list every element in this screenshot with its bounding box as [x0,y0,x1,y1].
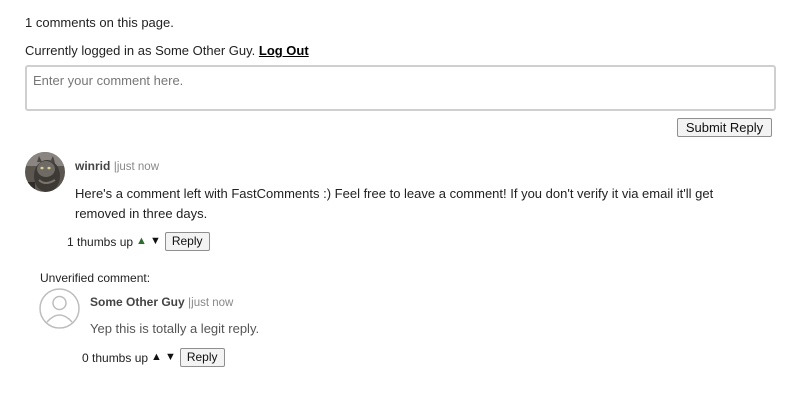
comment-vote-row: 0 thumbs up ▲ ▼ Reply [82,348,225,367]
user-avatar[interactable] [25,152,65,192]
comment-timestamp: just now [116,161,159,173]
user-avatar[interactable] [39,288,80,329]
triangle-down-icon[interactable]: ▼ [165,352,176,363]
comment-body: Yep this is totally a legit reply. [90,321,260,336]
comment-timestamp: just now [191,297,234,309]
logout-link[interactable]: Log Out [259,43,309,58]
vote-count: 1 thumbs up [67,234,134,249]
triangle-up-icon[interactable]: ▲ [151,352,162,363]
login-status: Currently logged in as Some Other Guy. L… [25,43,309,58]
comment-vote-row: 1 thumbs up ▲ ▼ Reply [67,232,210,251]
user-photo-avatar [25,152,65,192]
comment-author[interactable]: winrid [75,159,110,173]
vote-count: 0 thumbs up [82,350,149,365]
comment-author[interactable]: Some Other Guy [90,295,185,309]
login-status-text: Currently logged in as Some Other Guy. [25,43,259,58]
reply-button[interactable]: Reply [164,232,210,251]
comment-count: 1 comments on this page. [25,15,174,30]
comment-meta: winrid |just now [75,159,159,173]
comment-meta: Some Other Guy |just now [90,295,233,309]
submit-reply-button[interactable]: Submit Reply [677,118,772,137]
unverified-label: Unverified comment: [40,271,151,285]
comment-input[interactable] [25,65,776,111]
reply-button[interactable]: Reply [179,348,225,367]
triangle-down-icon[interactable]: ▼ [150,236,161,247]
default-user-avatar-icon [39,288,80,329]
comment-body: Here's a comment left with FastComments … [75,186,714,221]
triangle-up-icon[interactable]: ▲ [136,236,147,247]
